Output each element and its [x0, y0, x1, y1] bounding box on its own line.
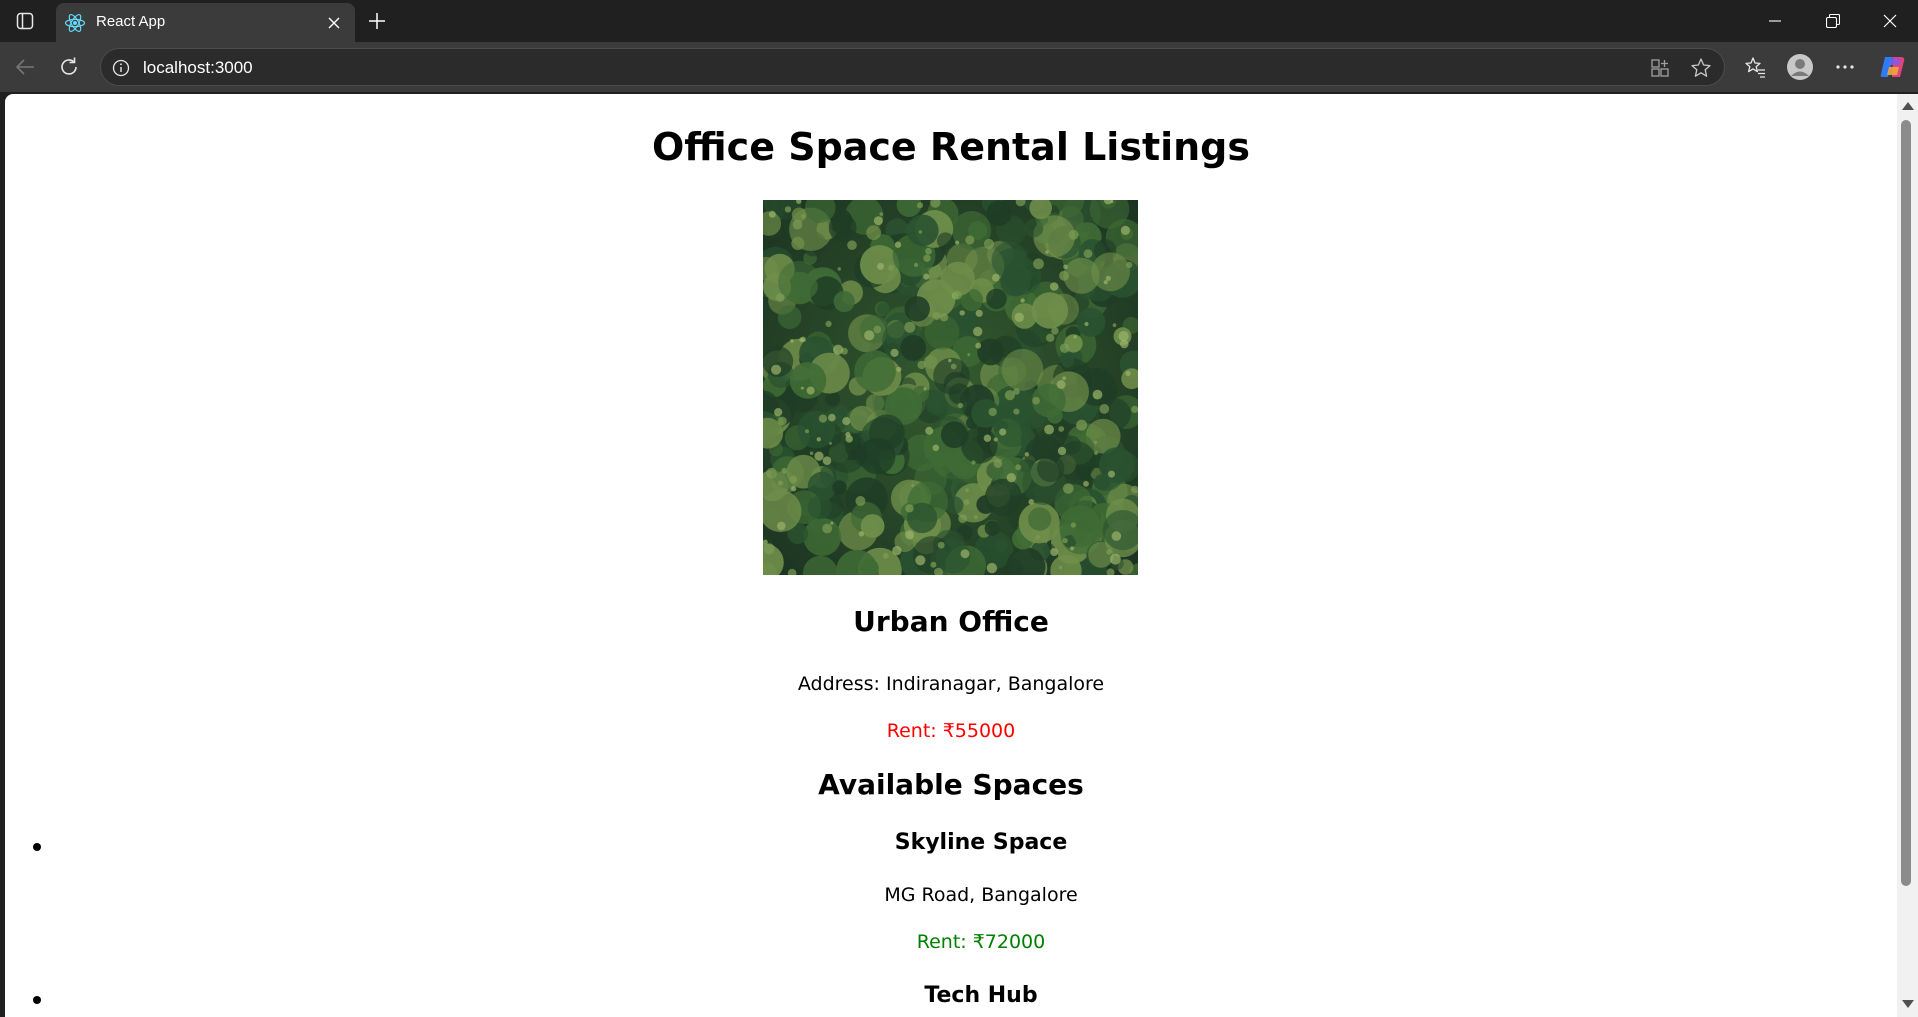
favorite-star-icon[interactable]: [1689, 57, 1713, 79]
list-bullet: [33, 996, 41, 1004]
browser-tab-strip: React App: [0, 0, 1918, 42]
page-title: Office Space Rental Listings: [651, 125, 1251, 169]
site-info-icon[interactable]: [111, 58, 131, 78]
space-name: Tech Hub: [924, 983, 1038, 1008]
featured-listing-rent: Rent: ₹55000: [886, 720, 1016, 742]
back-arrow-icon[interactable]: [7, 50, 43, 84]
page-scrollbar[interactable]: [1897, 94, 1918, 1017]
space-name: Skyline Space: [894, 830, 1068, 855]
featured-listing-name: Urban Office: [853, 605, 1049, 638]
featured-listing-address: Address: Indiranagar, Bangalore: [797, 673, 1105, 695]
profile-avatar-icon[interactable]: [1782, 50, 1818, 84]
scrollbar-thumb[interactable]: [1901, 120, 1911, 886]
new-tab-plus-icon[interactable]: [362, 7, 392, 35]
more-menu-icon[interactable]: [1827, 50, 1863, 84]
close-tab-icon[interactable]: [322, 11, 346, 35]
office-image: [763, 200, 1138, 575]
page-viewport: Office Space Rental Listings Urban Offic…: [5, 94, 1897, 1017]
scroll-down-arrow-icon[interactable]: [1902, 1000, 1914, 1008]
space-rent: Rent: ₹72000: [916, 931, 1046, 953]
browser-tab-active[interactable]: React App: [56, 3, 355, 42]
copilot-icon[interactable]: [1875, 50, 1911, 84]
tab-title: React App: [96, 13, 166, 30]
scroll-up-arrow-icon[interactable]: [1902, 102, 1914, 110]
browser-toolbar: localhost:3000: [0, 42, 1918, 92]
app-available-icon[interactable]: [1648, 57, 1672, 79]
address-bar[interactable]: localhost:3000: [100, 48, 1725, 86]
list-bullet: [33, 843, 41, 851]
available-spaces-title: Available Spaces: [818, 768, 1084, 801]
restore-window-icon[interactable]: [1805, 0, 1861, 42]
minimize-window-icon[interactable]: [1747, 0, 1803, 42]
close-window-icon[interactable]: [1862, 0, 1918, 42]
favorites-icon[interactable]: [1737, 50, 1773, 84]
reload-icon[interactable]: [51, 50, 87, 84]
tab-actions-icon[interactable]: [10, 8, 40, 34]
url-text: localhost:3000: [143, 58, 253, 77]
react-logo-icon: [64, 12, 88, 34]
space-address: MG Road, Bangalore: [884, 884, 1078, 906]
